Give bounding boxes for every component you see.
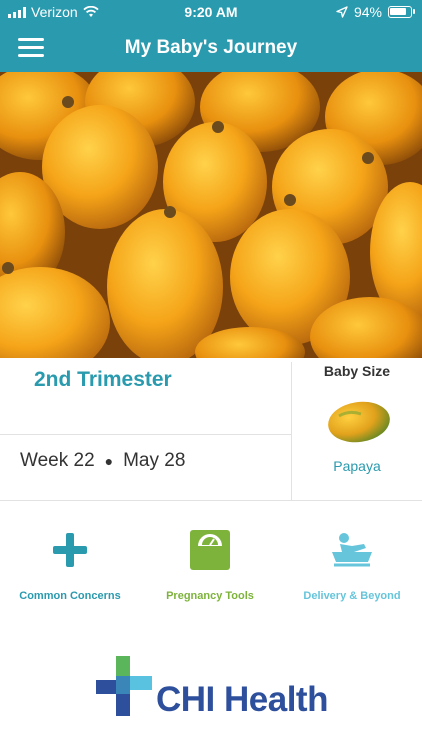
plus-icon <box>53 533 87 567</box>
common-concerns-label: Common Concerns <box>19 590 121 602</box>
baby-bath-icon <box>332 533 372 567</box>
pregnancy-tools-button[interactable]: Pregnancy Tools <box>140 520 280 602</box>
pregnancy-tools-label: Pregnancy Tools <box>166 590 254 602</box>
location-arrow-icon <box>336 6 348 18</box>
trimester-label: 2nd Trimester <box>34 368 172 391</box>
hero-papaya-image <box>0 72 422 358</box>
delivery-beyond-button[interactable]: Delivery & Beyond <box>282 520 422 602</box>
week-label: Week 22 <box>20 450 95 471</box>
scale-icon <box>190 530 230 570</box>
separator-dot: ● <box>104 453 114 469</box>
battery-percent: 94% <box>353 4 382 20</box>
chi-health-cross-icon <box>96 656 152 716</box>
common-concerns-button[interactable]: Common Concerns <box>0 520 140 602</box>
divider <box>0 434 291 435</box>
nav-bar: My Baby's Journey <box>0 24 422 72</box>
delivery-beyond-label: Delivery & Beyond <box>303 590 401 602</box>
tools-row: Common Concerns Pregnancy Tools Delivery… <box>0 520 422 620</box>
chi-health-logo: CHI Health <box>94 654 334 724</box>
baby-size-heading: Baby Size <box>323 363 391 379</box>
date-label: May 28 <box>123 450 186 471</box>
vertical-divider <box>291 362 292 500</box>
fruit-name[interactable]: Papaya <box>292 458 422 474</box>
pregnancy-info-panel: 2nd Trimester Week 22 ● May 28 Baby Size… <box>0 358 422 501</box>
battery-icon <box>388 6 415 18</box>
brand-name: CHI Health <box>156 680 328 719</box>
status-bar: Verizon 9:20 AM 94% <box>0 0 422 24</box>
page-title: My Baby's Journey <box>124 37 298 58</box>
papaya-thumbnail[interactable] <box>327 400 391 444</box>
week-date: Week 22 ● May 28 <box>20 450 185 472</box>
